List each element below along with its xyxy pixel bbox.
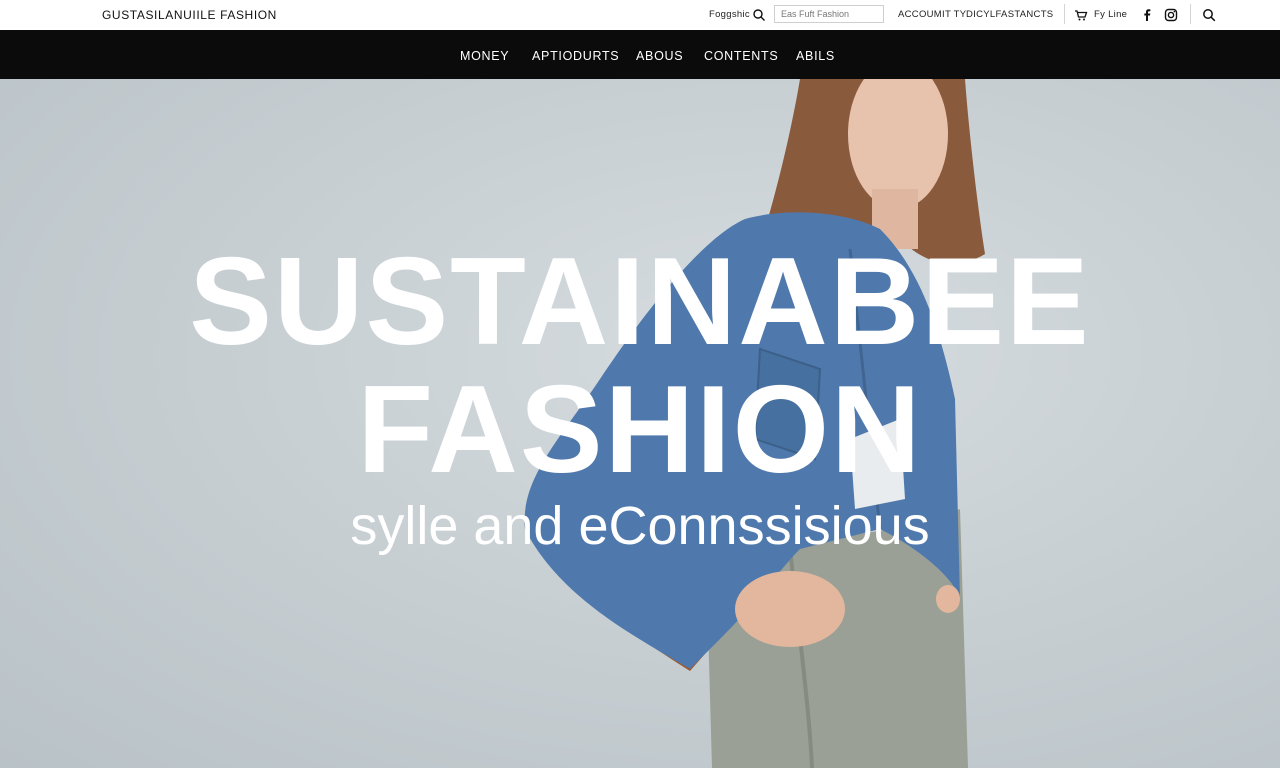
- search-icon[interactable]: [1202, 8, 1216, 22]
- hero-banner: SUSTAINABEE FASHION sylle and eConnssisi…: [0, 79, 1280, 768]
- site-logo[interactable]: GUSTASILANUIILE FASHION: [102, 8, 277, 22]
- search-input[interactable]: [774, 5, 884, 23]
- shop-link[interactable]: DICYLFASTANCTS: [966, 9, 1053, 20]
- topbar-divider: [1190, 4, 1191, 24]
- language-selector[interactable]: Foggshic: [709, 9, 750, 20]
- hero-headline-line2: FASHION: [357, 361, 923, 499]
- cart-link[interactable]: Fy Line: [1094, 9, 1127, 20]
- search-icon[interactable]: [752, 8, 766, 22]
- nav-item-abils[interactable]: ABILS: [796, 49, 835, 63]
- facebook-icon[interactable]: [1140, 8, 1154, 22]
- nav-item-products[interactable]: APTIODURTS: [532, 49, 619, 63]
- top-utility-bar: GUSTASILANUIILE FASHION Foggshic ACCOUMI…: [0, 0, 1280, 30]
- hero-headline-line1: SUSTAINABEE: [189, 233, 1091, 371]
- main-nav: MONEY APTIODURTS ABOUS CONTENTS ABILS: [0, 30, 1280, 79]
- nav-item-contents[interactable]: CONTENTS: [704, 49, 778, 63]
- nav-item-about[interactable]: ABOUS: [636, 49, 683, 63]
- topbar-divider: [1064, 4, 1065, 24]
- nav-item-money[interactable]: MONEY: [460, 49, 509, 63]
- instagram-icon[interactable]: [1164, 8, 1178, 22]
- account-link[interactable]: ACCOUMIT TY: [898, 9, 966, 20]
- cart-icon[interactable]: [1074, 8, 1088, 22]
- hero-tagline: sylle and eConnssisious: [350, 496, 930, 556]
